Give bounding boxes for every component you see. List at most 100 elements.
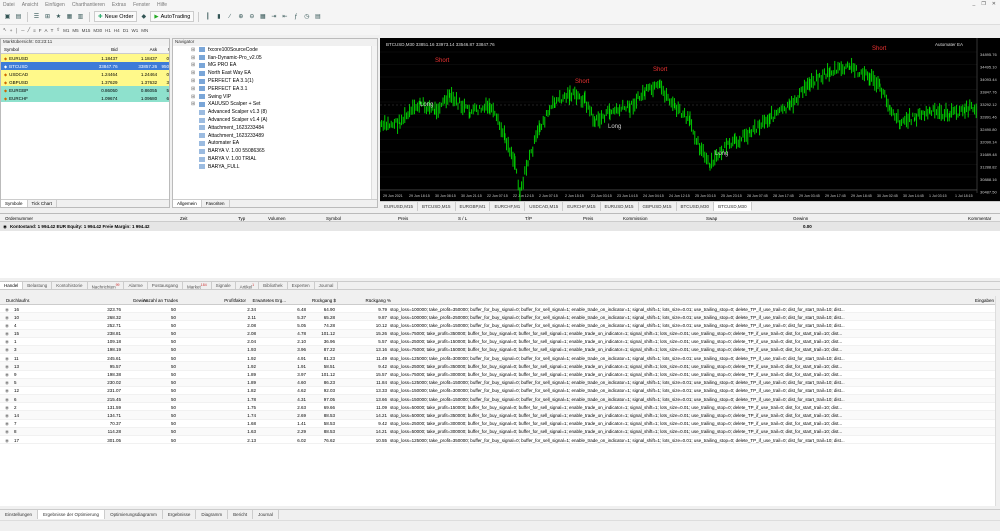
orders-column[interactable]: S / L [458,216,467,221]
navigator-item[interactable]: ⊞ Swing VIP [191,93,377,101]
optimization-row[interactable]: ◉ 1 109.18 50 2.04 2.10 36.96 5.57 stop_loss=250… [0,338,1000,346]
optimization-column[interactable]: Rückgang % [365,298,391,303]
navigator-item[interactable]: BARYA_FULL [191,163,377,171]
expand-icon[interactable]: ⊞ [191,78,196,84]
navigator-item[interactable]: Attachment_1623233484 [191,124,377,132]
chart-tab[interactable]: USDCAD,M15 [525,202,564,211]
tab-alarme[interactable]: Alarme [124,282,148,289]
bar-chart-icon[interactable]: ┃ [203,12,212,21]
navigator-item[interactable]: Advanced Scalper v1.3 (8) [191,108,377,116]
optimization-column[interactable]: Anzahl an Trades [143,298,178,303]
optimization-row[interactable]: ◉ 3 198.19 50 1.93 3.96 87.22 13.16 stop_loss=75… [0,345,1000,355]
minimize-icon[interactable]: _ [973,1,976,7]
h1-period-button[interactable]: H1 [105,28,111,33]
optimization-row[interactable]: ◉ 10 268.32 50 2.11 5.37 65.28 9.87 stop_loss=10… [0,313,1000,322]
new-chart-icon[interactable]: ▣ [3,12,12,21]
navigator-item[interactable]: Attachment_1623233489 [191,132,377,140]
periods-icon[interactable]: ◷ [302,12,311,21]
column-bid[interactable]: Bid [70,47,119,52]
navigator-item[interactable]: ⊞ fxcore100SourceCode [191,46,377,54]
tester-tab[interactable]: Ergebnisse der Optimierung [38,510,106,519]
menu-item-datei[interactable]: Datei [3,2,15,8]
market-watch-row[interactable]: ◆ BTCUSD 33847.76 33857.26 950 [1,62,169,70]
optimization-column[interactable]: Durchlaufnr. [6,298,30,303]
tester-tab[interactable]: Einstellungen [0,510,39,519]
line-chart-icon[interactable]: ∕ [225,12,234,21]
tab-artikel[interactable]: Artikel1 [236,282,260,290]
autoscroll-icon[interactable]: ⇥ [269,12,278,21]
tab-nachrichten[interactable]: Nachrichten99 [88,282,125,290]
profiles-icon[interactable]: ▤ [14,12,23,21]
trendline-icon[interactable]: ╱ [27,27,30,33]
mn-period-button[interactable]: MN [141,28,148,33]
tab-bibliothek[interactable]: Bibliothek [259,282,288,289]
optimization-column[interactable]: Eingaben [975,298,994,303]
optimization-row[interactable]: ◉ 11 245.61 50 1.92 4.91 81.23 11.49 stop_loss=1… [0,354,1000,363]
hline-icon[interactable]: ─ [21,28,24,33]
orders-column[interactable]: Typ [238,216,245,221]
expand-icon[interactable]: ⊞ [191,55,196,61]
tab-handel[interactable]: Handel [0,282,24,289]
text-icon[interactable]: A [45,28,48,33]
channel-icon[interactable]: ≡ [33,28,36,33]
optimization-column[interactable]: Erwartetes Erg... [252,298,286,303]
market-watch-row[interactable]: ◆ EURUSD 1.18437 1.18437 0 [1,54,169,62]
chart-tab[interactable]: GBPUSD,M15 [639,202,677,211]
menu-item-einfügen[interactable]: Einfügen [45,2,65,8]
tile-icon[interactable]: ▦ [258,12,267,21]
navigator-item[interactable]: ⊞ XAUUSD Scalper + Set [191,101,377,109]
tester-icon[interactable]: ▥ [76,12,85,21]
tab-market[interactable]: Market184 [183,282,212,290]
autotrading-button[interactable]: ▶ AutoTrading [150,11,195,22]
tab-symbols[interactable]: Symbole [1,200,28,207]
candlestick-icon[interactable]: ▮ [214,12,223,21]
chart-tab[interactable]: BTCUSD,M30 [677,202,715,211]
chart-tab[interactable]: EURUSD,M15 [380,202,419,211]
market-watch-row[interactable]: ◆ EURCHF 1.09674 1.09680 6 [1,94,169,102]
optimization-row[interactable]: ◉ 6 215.45 50 1.78 4.31 97.05 13.66 stop_loss=15… [0,395,1000,404]
chart-tab[interactable]: BTCUSD,M15 [418,202,456,211]
optimization-row[interactable]: ◉ 8 114.28 50 1.63 2.29 88.53 14.21 stop_loss=50… [0,427,1000,436]
optimization-row[interactable]: ◉ 12 231.07 50 1.82 4.62 92.03 13.33 stop_loss=1… [0,387,1000,396]
navigator-item[interactable]: ⊞ PERFECT EA 3.1 [191,85,377,93]
navigator-item[interactable]: BARYA V. 1.00 TRIAL [191,155,377,163]
navigator-item[interactable]: Advanced Scalper v1.4 (A) [191,116,377,124]
optimization-row[interactable]: ◉ 16 323.76 50 2.34 6.48 64.90 9.79 stop_loss=10… [0,305,1000,314]
optimization-column[interactable]: Profitfaktor [224,298,246,303]
optimization-column[interactable]: Rückgang $ [312,298,336,303]
new-order-button[interactable]: ✚ Neue Order [94,11,138,22]
optimization-row[interactable]: ◉ 7 70.37 50 1.68 1.41 58.53 9.42 stop_loss=2500… [0,420,1000,428]
orders-column[interactable]: Gewinn [793,216,808,221]
tab-general[interactable]: Allgemein [173,200,202,207]
navigator-icon[interactable]: ★ [54,12,63,21]
vline-icon[interactable]: │ [15,28,18,33]
orders-column[interactable]: Preis [398,216,408,221]
expand-icon[interactable]: ⊞ [191,70,196,76]
chart-tab[interactable]: EURGBP,M1 [456,202,491,211]
d1-period-button[interactable]: D1 [123,28,129,33]
market-watch-icon[interactable]: ☰ [32,12,41,21]
label-icon[interactable]: T [51,28,54,33]
menu-item-ansicht[interactable]: Ansicht [22,2,38,8]
orders-column[interactable]: T/P [525,216,532,221]
optimization-row[interactable]: ◉ 17 301.05 50 2.13 6.02 76.62 10.55 stop_loss=1… [0,436,1000,445]
m30-period-button[interactable]: M30 [93,28,102,33]
chart-tab[interactable]: BTCUSD,M30 [714,202,752,211]
optimization-row[interactable]: ◉ 4 252.71 50 2.08 5.05 74.28 10.12 stop_loss=10… [0,321,1000,330]
navigator-item[interactable]: Automater EA [191,140,377,148]
column-ask[interactable]: Ask [120,47,160,52]
tester-tab[interactable]: Diagramm [196,510,229,519]
expand-icon[interactable]: ⊞ [191,101,196,107]
orders-column[interactable]: Ordernummer [5,216,33,221]
market-watch-row[interactable]: ◆ EURGBP 0.86050 0.86055 5 [1,86,169,94]
price-chart[interactable]: BTCUSD,M30 33851.16 33973.14 33546.87 33… [379,38,1000,201]
tab-belastung[interactable]: Belastung [23,282,53,289]
orders-column[interactable]: Swap [706,216,717,221]
tab-favorites[interactable]: Favoriten [202,200,230,207]
tester-tab[interactable]: Bericht [228,510,254,519]
m15-period-button[interactable]: M15 [82,28,91,33]
expand-icon[interactable]: ⊞ [191,94,196,100]
navigator-item[interactable]: ⊞ Ilan-Dynamic-Pro_v2.05 [191,54,377,62]
balance-row[interactable]: ◉ Kontostand: 1 994.42 EUR Equity: 1 994… [0,222,1000,231]
cursor-icon[interactable]: ↖ [3,27,7,33]
